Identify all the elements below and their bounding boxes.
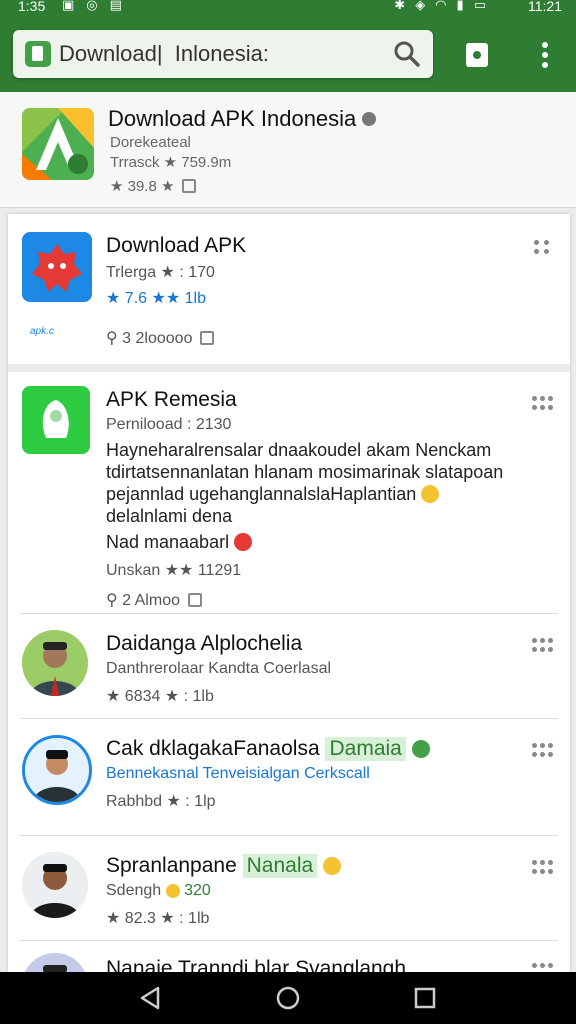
app-title: APK Remesia [106, 388, 237, 411]
more-vert-icon [542, 42, 548, 68]
search-input[interactable] [59, 38, 379, 70]
highlight-tag: Nanala [242, 854, 318, 878]
system-nav-bar [0, 972, 576, 1024]
app-icon [22, 386, 90, 454]
wifi-icon: ◠ [435, 0, 447, 12]
recents-icon[interactable] [412, 985, 438, 1011]
app-downloads: Trlerga ★ : 170 [106, 264, 215, 281]
heart-eyes-emoji-icon [234, 533, 253, 551]
verified-icon [362, 112, 377, 126]
app-icon [22, 108, 94, 180]
overflow-menu-button[interactable] [528, 38, 562, 72]
notification-icon: ▣ [62, 0, 75, 12]
app-developer: Sdengh 320 [106, 882, 211, 899]
item-menu-button[interactable] [532, 858, 554, 878]
list-item[interactable]: Download APK Trlerga ★ : 170 ★ 7.6 ★★ 1l… [8, 214, 570, 364]
notification-icon: ▤ [109, 0, 122, 12]
app-icon [22, 232, 92, 302]
app-title: Nanaie Tranndi blar Svanglangh [106, 957, 407, 972]
app-rating: ★ 82.3 ★ : 1lb [106, 910, 210, 927]
status-time: 1:35 [18, 0, 46, 14]
featured-title: Download APK Indonesia [108, 106, 377, 132]
featured-app-card[interactable]: Download APK Indonesia Dorekeateal Trras… [0, 92, 576, 208]
battery-icon: ▭ [473, 0, 486, 12]
app-installs: ⚲ 3 2looooo [106, 328, 215, 348]
list-item[interactable]: Spranlanpane Nanala Sdengh 320 ★ 82.3 ★ … [8, 836, 570, 940]
app-title: Spranlanpane Nanala [106, 854, 342, 878]
item-menu-button[interactable] [532, 238, 554, 258]
bluetooth-icon: ✱ [394, 0, 406, 12]
app-description: delalnlami dena [106, 506, 233, 526]
signal-icon: ▮ [456, 0, 464, 12]
back-icon[interactable] [138, 985, 164, 1011]
app-title: Daidanga Alplochelia [106, 632, 303, 655]
verified-icon [411, 740, 430, 758]
shopping-bag-icon [466, 43, 488, 67]
item-menu-button[interactable] [532, 394, 554, 414]
brand-logo: apk.c [30, 326, 54, 337]
app-developer: Danthrerolaar Kandta Coerlasal [106, 660, 332, 677]
app-description: Nad manaabarl [106, 532, 253, 553]
app-rating: ★ 6834 ★ : 1lb [106, 688, 214, 705]
app-rating: Rabhbd ★ : 1lp [106, 793, 216, 810]
list-item[interactable]: Daidanga Alplochelia Danthrerolaar Kandt… [8, 614, 570, 718]
app-rating: Unskan ★★ 11291 [106, 562, 242, 579]
app-title: Download APK [106, 234, 247, 257]
app-bar [0, 16, 576, 92]
app-description: tdirtatsennanlatan hlanam mosimarinak sl… [106, 462, 504, 482]
search-bar[interactable] [13, 30, 433, 78]
list-item[interactable]: APK Remesia Pernilooad : 2130 Hayneharal… [8, 372, 570, 612]
avatar [22, 852, 88, 918]
results-list[interactable]: Download APK Trlerga ★ : 170 ★ 7.6 ★★ 1l… [8, 214, 570, 972]
app-title: Cak dklagakaFanaolsa Damaia [106, 737, 430, 761]
avatar [22, 735, 92, 805]
my-apps-button[interactable] [460, 38, 494, 72]
search-icon[interactable] [393, 40, 421, 68]
emoji-icon [421, 485, 440, 503]
featured-rating: ★ 39.8 ★ [110, 177, 197, 195]
avatar [22, 630, 88, 696]
card-divider [8, 364, 570, 372]
system-icons: ✱ ◈ ◠ ▮ ▭ [394, 0, 486, 13]
notification-icons: ▣ ◎ ▤ [62, 0, 122, 13]
home-icon[interactable] [275, 985, 301, 1011]
featured-developer: Dorekeateal [110, 134, 191, 151]
status-clock: 11:21 [528, 0, 562, 14]
install-icon [182, 179, 197, 193]
status-bar: 1:35 ▣ ◎ ▤ ✱ ◈ ◠ ▮ ▭ 11:21 [0, 0, 576, 16]
notification-icon: ◎ [86, 0, 98, 12]
store-logo-icon [25, 41, 51, 67]
app-downloads: Pernilooad : 2130 [106, 416, 232, 433]
item-menu-button[interactable] [532, 636, 554, 656]
item-menu-button[interactable] [532, 741, 554, 761]
app-description: Hayneharalrensalar dnaakoudel akam Nenck… [106, 440, 492, 460]
emoji-icon [165, 884, 180, 898]
vibrate-icon: ◈ [415, 0, 426, 12]
install-icon [187, 593, 202, 607]
avatar [22, 953, 88, 972]
install-icon [200, 331, 215, 345]
list-item[interactable]: Cak dklagakaFanaolsa Damaia Bennekasnal … [8, 719, 570, 835]
app-rating: ★ 7.6 ★★ 1lb [106, 290, 206, 307]
app-developer: Bennekasnal Tenveisialgan Cerkscall [106, 765, 370, 782]
emoji-icon [323, 857, 342, 875]
highlight-tag: Damaia [325, 737, 406, 761]
item-menu-button[interactable] [532, 961, 554, 972]
list-item[interactable]: Nanaie Tranndi blar Svanglangh [8, 941, 570, 972]
featured-downloads: Trrasck ★ 759.9m [110, 154, 232, 171]
app-description: pejannlad ugehanglannalslaHaplantian [106, 484, 440, 505]
app-installs: ⚲ 2 Almoo [106, 590, 202, 610]
